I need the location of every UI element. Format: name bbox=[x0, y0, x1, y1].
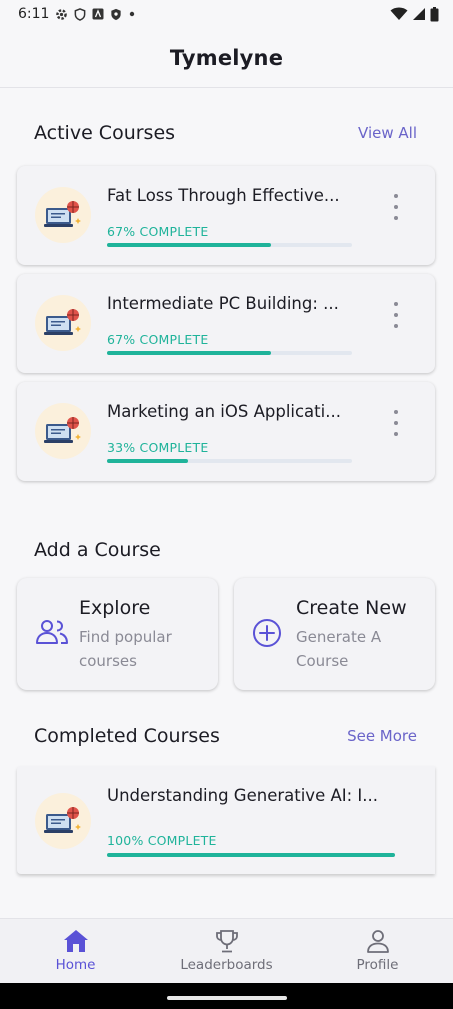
laptop-basketball-icon bbox=[44, 309, 81, 335]
person-icon bbox=[366, 930, 389, 953]
progress-fill bbox=[107, 243, 272, 247]
wifi-icon bbox=[390, 7, 408, 20]
settings-icon bbox=[56, 8, 68, 20]
course-thumbnail bbox=[35, 793, 91, 849]
course-card[interactable]: Intermediate PC Building: ... 67% COMPLE… bbox=[17, 274, 435, 373]
view-all-link[interactable]: View All bbox=[358, 124, 417, 142]
home-gesture-handle[interactable] bbox=[167, 996, 287, 1000]
add-course-header: Add a Course bbox=[34, 539, 417, 561]
course-thumbnail bbox=[35, 403, 91, 459]
battery-icon bbox=[430, 6, 439, 21]
shield-filled-icon bbox=[111, 8, 122, 20]
course-progress-text: 33% COMPLETE bbox=[107, 440, 209, 455]
add-course-title: Add a Course bbox=[34, 539, 161, 561]
course-progress-text: 67% COMPLETE bbox=[107, 332, 209, 347]
course-title: Fat Loss Through Effective... bbox=[107, 186, 340, 205]
people-icon bbox=[36, 620, 68, 644]
shield-icon bbox=[75, 7, 86, 21]
a-box-icon bbox=[92, 8, 104, 20]
status-bar: 6:11 bbox=[0, 0, 453, 28]
bottom-nav: Home Leaderboards Profile bbox=[0, 918, 453, 983]
signal-icon bbox=[413, 8, 425, 20]
dot-icon bbox=[130, 11, 135, 17]
nav-profile-label: Profile bbox=[356, 957, 399, 973]
progress-bar bbox=[107, 853, 395, 857]
nav-home[interactable]: Home bbox=[0, 919, 151, 983]
app-title: Tymelyne bbox=[169, 45, 284, 70]
trophy-icon bbox=[215, 930, 238, 953]
more-options-icon[interactable] bbox=[387, 302, 405, 328]
progress-fill bbox=[107, 351, 272, 355]
create-new-description: Generate A Course bbox=[296, 628, 382, 670]
nav-profile[interactable]: Profile bbox=[302, 919, 453, 983]
explore-description: Find popular courses bbox=[79, 628, 172, 670]
course-progress-text: 67% COMPLETE bbox=[107, 224, 209, 239]
create-new-card[interactable]: Create New Generate A Course bbox=[234, 578, 435, 690]
laptop-basketball-icon bbox=[44, 807, 81, 833]
progress-bar bbox=[107, 459, 352, 463]
more-options-icon[interactable] bbox=[387, 410, 405, 436]
nav-leaderboards[interactable]: Leaderboards bbox=[151, 919, 302, 983]
course-progress-text: 100% COMPLETE bbox=[107, 833, 217, 848]
gesture-bar bbox=[0, 983, 453, 1009]
explore-card[interactable]: Explore Find popular courses bbox=[17, 578, 218, 690]
create-new-title: Create New bbox=[296, 597, 407, 619]
app-header: Tymelyne bbox=[0, 28, 453, 88]
course-card[interactable]: Fat Loss Through Effective... 67% COMPLE… bbox=[17, 166, 435, 265]
course-title: Intermediate PC Building: ... bbox=[107, 294, 339, 313]
add-circle-icon bbox=[253, 619, 281, 647]
more-options-icon[interactable] bbox=[387, 194, 405, 220]
progress-bar bbox=[107, 243, 352, 247]
course-card[interactable]: Marketing an iOS Applicati... 33% COMPLE… bbox=[17, 382, 435, 481]
progress-bar bbox=[107, 351, 352, 355]
completed-courses-title: Completed Courses bbox=[34, 725, 220, 747]
progress-fill bbox=[107, 853, 395, 857]
see-more-link[interactable]: See More bbox=[347, 727, 417, 745]
course-title: Understanding Generative AI: I... bbox=[107, 786, 379, 805]
completed-courses-header: Completed Courses See More bbox=[34, 725, 417, 747]
explore-title: Explore bbox=[79, 597, 151, 619]
course-title: Marketing an iOS Applicati... bbox=[107, 402, 341, 421]
course-thumbnail bbox=[35, 295, 91, 351]
laptop-basketball-icon bbox=[44, 201, 81, 227]
nav-leaderboards-label: Leaderboards bbox=[180, 957, 273, 973]
status-time: 6:11 bbox=[18, 6, 50, 22]
nav-home-label: Home bbox=[55, 957, 96, 973]
home-icon bbox=[63, 930, 88, 952]
laptop-basketball-icon bbox=[44, 417, 81, 443]
active-courses-header: Active Courses View All bbox=[34, 122, 417, 144]
active-courses-title: Active Courses bbox=[34, 122, 176, 144]
completed-course-card[interactable]: Understanding Generative AI: I... 100% C… bbox=[17, 766, 435, 874]
course-thumbnail bbox=[35, 187, 91, 243]
progress-fill bbox=[107, 459, 188, 463]
